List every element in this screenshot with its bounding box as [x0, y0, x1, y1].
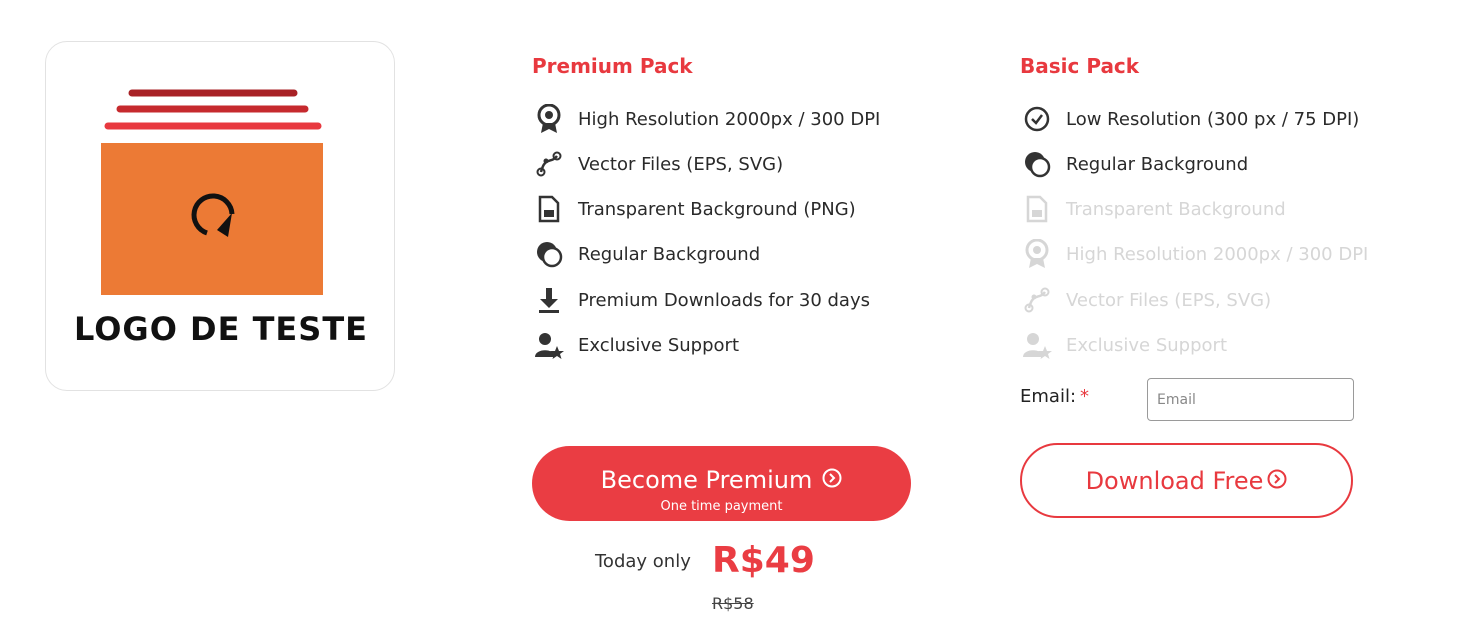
required-asterisk: * — [1080, 386, 1090, 407]
feature-label: Transparent Background — [1066, 198, 1286, 220]
one-time-payment-note: One time payment — [660, 499, 783, 514]
feature-label: High Resolution 2000px / 300 DPI — [578, 108, 881, 130]
premium-feature-regular-background: Regular Background — [534, 239, 760, 269]
basic-feature-vector-files: Vector Files (EPS, SVG) — [1022, 285, 1271, 315]
feature-label: Regular Background — [1066, 153, 1249, 175]
award-ribbon-icon — [534, 104, 564, 134]
feature-label: Exclusive Support — [1066, 334, 1227, 356]
download-free-label: Download Free — [1085, 466, 1264, 495]
become-premium-button[interactable]: Become Premium One time payment — [532, 446, 911, 521]
layers-circle-icon — [1022, 149, 1052, 179]
arrow-circle-right-icon — [822, 466, 842, 494]
arrow-circle-right-icon — [1267, 467, 1287, 495]
feature-label: Premium Downloads for 30 days — [578, 289, 870, 311]
vector-path-icon — [534, 149, 564, 179]
premium-price: R$49 — [712, 540, 815, 581]
today-only-label: Today only — [595, 551, 691, 572]
logo-orange-block — [101, 143, 323, 295]
feature-label: Vector Files (EPS, SVG) — [1066, 289, 1272, 311]
premium-feature-premium-downloads: Premium Downloads for 30 days — [534, 285, 870, 315]
layers-circle-icon — [534, 239, 564, 269]
download-icon — [534, 285, 564, 315]
feature-label: Regular Background — [578, 243, 761, 265]
old-price: R$58 — [712, 594, 754, 613]
check-circle-icon — [1022, 104, 1052, 134]
email-input[interactable] — [1147, 378, 1354, 421]
basic-feature-low-resolution: Low Resolution (300 px / 75 DPI) — [1022, 104, 1359, 134]
basic-feature-exclusive-support: Exclusive Support — [1022, 330, 1227, 360]
basic-feature-high-resolution: High Resolution 2000px / 300 DPI — [1022, 239, 1368, 269]
file-icon — [534, 194, 564, 224]
email-label: Email: * — [1020, 386, 1089, 407]
premium-feature-vector-files: Vector Files (EPS, SVG) — [534, 149, 783, 179]
basic-feature-transparent-background: Transparent Background — [1022, 194, 1286, 224]
feature-label: Vector Files (EPS, SVG) — [578, 153, 784, 175]
user-star-icon — [534, 330, 564, 360]
vector-path-icon — [1022, 285, 1052, 315]
basic-feature-regular-background: Regular Background — [1022, 149, 1248, 179]
logo-name: LOGO DE TESTE — [73, 310, 369, 348]
award-ribbon-icon — [1022, 239, 1052, 269]
download-free-button[interactable]: Download Free — [1020, 443, 1353, 518]
feature-label: Exclusive Support — [578, 334, 739, 356]
user-star-icon — [1022, 330, 1052, 360]
logo-preview-card: LOGO DE TESTE — [45, 41, 395, 391]
premium-feature-transparent-background: Transparent Background (PNG) — [534, 194, 856, 224]
premium-pack-title: Premium Pack — [532, 54, 693, 78]
feature-label: Transparent Background (PNG) — [578, 198, 856, 220]
feature-label: High Resolution 2000px / 300 DPI — [1066, 243, 1369, 265]
premium-feature-exclusive-support: Exclusive Support — [534, 330, 739, 360]
basic-pack-title: Basic Pack — [1020, 54, 1140, 78]
file-icon — [1022, 194, 1052, 224]
premium-feature-high-resolution: High Resolution 2000px / 300 DPI — [534, 104, 880, 134]
become-premium-label: Become Premium — [600, 466, 813, 494]
feature-label: Low Resolution (300 px / 75 DPI) — [1066, 108, 1360, 130]
email-label-text: Email: — [1020, 386, 1077, 407]
